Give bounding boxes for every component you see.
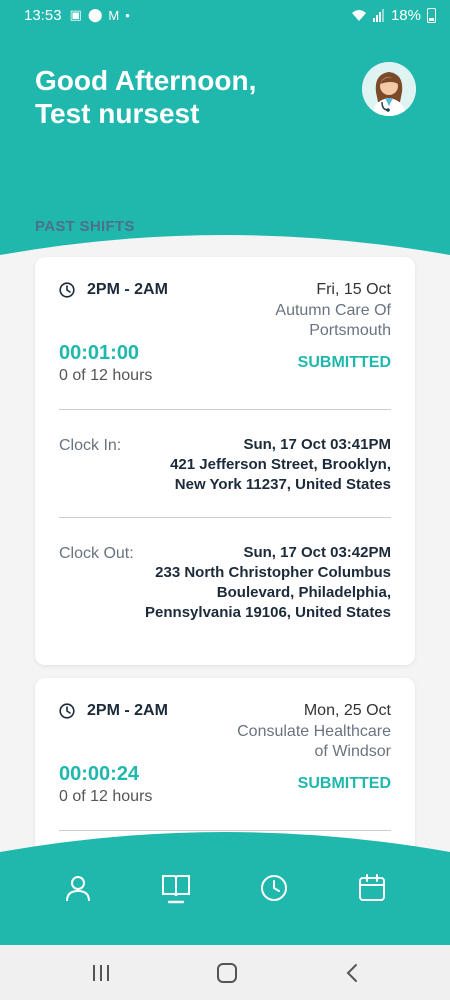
gmail-notification-icon: M bbox=[108, 7, 120, 23]
android-navigation-bar bbox=[0, 945, 450, 1000]
clock-in-details: Sun, 17 Oct 03:41PM 421 Jefferson Street… bbox=[141, 435, 391, 495]
clock-out-label: Clock Out: bbox=[59, 545, 134, 562]
clock-out-time: Sun, 17 Oct 03:42PM bbox=[243, 544, 391, 561]
back-icon[interactable] bbox=[344, 963, 360, 983]
clock-in-address: 421 Jefferson Street, Brooklyn, New York… bbox=[170, 456, 391, 493]
clock-icon bbox=[59, 703, 75, 719]
divider bbox=[59, 409, 391, 410]
clock-in-label: Clock In: bbox=[59, 437, 122, 454]
nav-profile-button[interactable] bbox=[63, 872, 93, 904]
status-badge: SUBMITTED bbox=[297, 775, 391, 792]
shift-hours: 0 of 12 hours bbox=[59, 788, 153, 805]
greeting-line-1: Good Afternoon, bbox=[35, 65, 257, 96]
battery-percent: 18% bbox=[390, 6, 421, 24]
book-icon bbox=[162, 875, 190, 904]
gallery-notification-icon: ▣ bbox=[69, 7, 82, 22]
shift-duration: 00:00:24 bbox=[59, 763, 140, 785]
shift-time-label: 2PM - 2AM bbox=[87, 281, 168, 298]
shift-time-label: 2PM - 2AM bbox=[87, 702, 168, 719]
wifi-icon bbox=[351, 9, 366, 21]
status-badge: SUBMITTED bbox=[297, 354, 391, 371]
clock-out-details: Sun, 17 Oct 03:42PM 233 North Christophe… bbox=[141, 543, 391, 623]
status-bar: 13:53 ▣ ⬤ M • 18% bbox=[0, 0, 450, 30]
facility-name: Consulate Healthcare of Windsor bbox=[237, 723, 391, 760]
shift-time: 2PM - 2AM bbox=[59, 281, 168, 299]
shift-card[interactable]: 2PM - 2AM Fri, 15 Oct Autumn Care Of Por… bbox=[35, 257, 415, 665]
recents-icon[interactable] bbox=[90, 963, 112, 983]
facility-name: Autumn Care Of Portsmouth bbox=[275, 302, 391, 339]
shift-date: Mon, 25 Oct bbox=[303, 702, 391, 719]
shift-duration: 00:01:00 bbox=[59, 342, 140, 364]
nurse-avatar-icon bbox=[362, 62, 416, 116]
clock-icon bbox=[59, 282, 75, 298]
section-title: PAST SHIFTS bbox=[35, 218, 135, 235]
greeting: Good Afternoon, Test nursest bbox=[35, 64, 256, 130]
greeting-user-name: Test nursest bbox=[35, 98, 200, 129]
divider bbox=[59, 517, 391, 518]
app-screen: 13:53 ▣ ⬤ M • 18% Good Afternoon, Test n… bbox=[0, 0, 450, 1000]
signal-icon bbox=[372, 8, 384, 22]
battery-icon bbox=[427, 7, 436, 23]
shift-hours: 0 of 12 hours bbox=[59, 367, 153, 384]
nav-calendar-button[interactable] bbox=[357, 872, 387, 904]
nav-book-button[interactable] bbox=[161, 872, 191, 904]
clock-icon bbox=[261, 875, 287, 901]
app-notification-icon: ⬤ bbox=[87, 7, 103, 22]
clock-in-time: Sun, 17 Oct 03:41PM bbox=[243, 436, 391, 453]
profile-icon bbox=[66, 876, 90, 902]
nav-clock-button[interactable] bbox=[259, 872, 289, 904]
shift-time: 2PM - 2AM bbox=[59, 702, 168, 720]
avatar[interactable] bbox=[362, 62, 416, 116]
status-time: 13:53 bbox=[24, 6, 62, 24]
more-notifications-icon: • bbox=[125, 7, 130, 23]
clock-out-address: 233 North Christopher Columbus Boulevard… bbox=[145, 564, 391, 621]
home-icon[interactable] bbox=[216, 963, 238, 983]
header-curve bbox=[0, 235, 450, 300]
shift-date: Fri, 15 Oct bbox=[316, 281, 391, 298]
calendar-icon bbox=[359, 874, 385, 901]
